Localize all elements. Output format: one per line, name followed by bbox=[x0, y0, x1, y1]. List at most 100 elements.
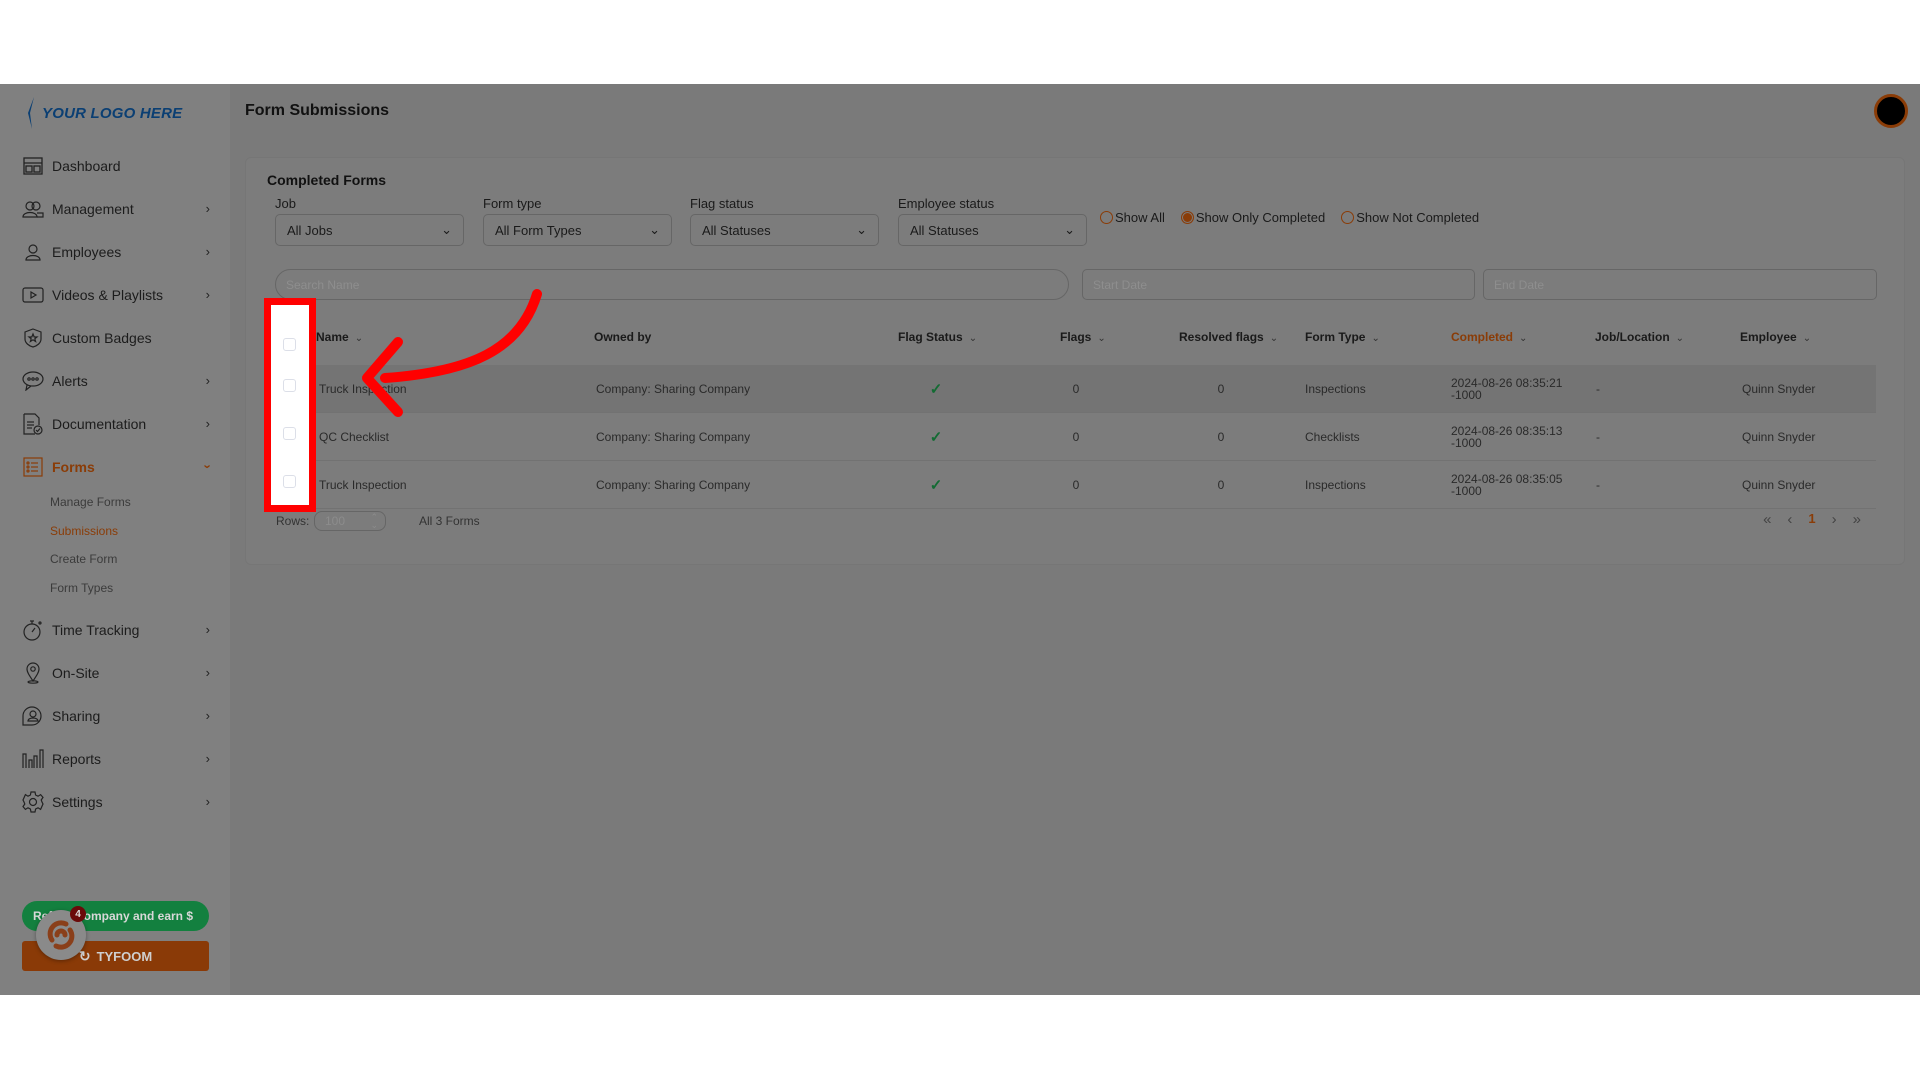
employee-status-filter: Employee status All Statuses ⌄ bbox=[898, 196, 1087, 246]
table-row[interactable]: QC Checklist Company: Sharing Company ✓ … bbox=[276, 413, 1876, 461]
location-pin-icon bbox=[22, 661, 44, 684]
cell-name[interactable]: QC Checklist bbox=[319, 413, 389, 461]
select-value: All Statuses bbox=[702, 222, 771, 238]
sidebar-subitem-submissions[interactable]: Submissions bbox=[0, 517, 230, 546]
sort-caret-icon: ⌄ bbox=[968, 333, 978, 344]
sidebar-item-management[interactable]: Management › bbox=[0, 187, 230, 230]
sidebar-item-time-tracking[interactable]: Time Tracking › bbox=[0, 608, 230, 651]
completed-tz: -1000 bbox=[1451, 388, 1482, 402]
cell-owned-by: Company: Sharing Company bbox=[596, 382, 751, 396]
rows-per-page-select[interactable]: 100 ⌃ ⌄ bbox=[314, 511, 386, 531]
flag-status-select[interactable]: All Statuses ⌄ bbox=[690, 214, 879, 246]
next-page-icon[interactable]: › bbox=[1832, 511, 1837, 528]
col-label: Employee bbox=[1740, 330, 1797, 344]
cell-name[interactable]: Truck Inspection bbox=[319, 365, 407, 413]
check-icon: ✓ bbox=[929, 381, 943, 398]
chevron-right-icon: › bbox=[205, 287, 210, 302]
sidebar-item-sharing[interactable]: Sharing › bbox=[0, 694, 230, 737]
radio-show-only-completed[interactable]: Show Only Completed bbox=[1180, 210, 1325, 225]
sidebar-item-on-site[interactable]: On-Site › bbox=[0, 651, 230, 694]
chevron-right-icon: › bbox=[205, 201, 210, 216]
row-checkbox[interactable] bbox=[283, 379, 296, 392]
row-checkbox[interactable] bbox=[283, 427, 296, 440]
col-resolved-flags[interactable]: Resolved flags ⌄ bbox=[1179, 330, 1278, 344]
radio-circle[interactable] bbox=[1341, 211, 1355, 224]
sidebar-item-label: Management bbox=[52, 200, 134, 217]
first-page-icon[interactable]: « bbox=[1763, 511, 1771, 528]
col-employee[interactable]: Employee ⌄ bbox=[1740, 330, 1811, 344]
placeholder: Search Name bbox=[286, 277, 360, 292]
col-label: Job/Location bbox=[1595, 330, 1670, 344]
sidebar-item-label: Videos & Playlists bbox=[52, 286, 164, 303]
cell-form-type: Checklists bbox=[1305, 430, 1360, 444]
sidebar-item-label: Documentation bbox=[52, 415, 147, 432]
sort-caret-icon: ⌄ bbox=[1519, 333, 1528, 344]
cell-name[interactable]: Truck Inspection bbox=[319, 461, 407, 509]
row-checkbox[interactable] bbox=[283, 475, 296, 488]
cell-completed: 2024-08-26 08:35:21 -1000 bbox=[1451, 365, 1562, 413]
radio-circle[interactable] bbox=[1100, 211, 1113, 224]
sidebar-item-alerts[interactable]: Alerts › bbox=[0, 359, 230, 402]
sidebar-subitem-create-form[interactable]: Create Form bbox=[0, 545, 230, 574]
col-owned-by: Owned by bbox=[594, 330, 651, 344]
select-all-checkbox[interactable] bbox=[283, 338, 296, 351]
radio-show-not-completed[interactable]: Show Not Completed bbox=[1341, 210, 1479, 225]
sidebar-subitem-manage-forms[interactable]: Manage Forms bbox=[0, 488, 230, 517]
sharing-icon bbox=[22, 705, 44, 727]
filter-label: Employee status bbox=[898, 196, 995, 211]
col-flag-status[interactable]: Flag Status ⌄ bbox=[898, 330, 977, 344]
prev-page-icon[interactable]: ‹ bbox=[1787, 511, 1792, 528]
chevron-down-icon: › bbox=[200, 464, 216, 469]
completed-tz: -1000 bbox=[1451, 484, 1482, 498]
sidebar-item-reports[interactable]: Reports › bbox=[0, 737, 230, 780]
sidebar-item-label: Sharing bbox=[52, 707, 101, 724]
col-completed[interactable]: Completed ⌄ bbox=[1451, 330, 1527, 344]
col-label: Completed bbox=[1451, 330, 1514, 344]
end-date-input[interactable]: End Date bbox=[1483, 269, 1877, 300]
search-name-input[interactable]: Search Name bbox=[275, 269, 1069, 300]
sidebar-item-forms[interactable]: Forms › bbox=[0, 445, 230, 488]
start-date-input[interactable]: Start Date bbox=[1082, 269, 1475, 300]
col-name[interactable]: Name ⌄ bbox=[316, 330, 363, 344]
badge-icon bbox=[22, 327, 44, 349]
check-icon: ✓ bbox=[929, 477, 943, 494]
sidebar-item-label: Custom Badges bbox=[52, 329, 152, 346]
col-flags[interactable]: Flags ⌄ bbox=[1060, 330, 1106, 344]
sidebar-item-label: Time Tracking bbox=[52, 621, 140, 638]
col-form-type[interactable]: Form Type ⌄ bbox=[1305, 330, 1380, 344]
radio-label: Show All bbox=[1115, 210, 1165, 225]
table-row[interactable]: Truck Inspection Company: Sharing Compan… bbox=[276, 365, 1876, 413]
forms-icon bbox=[22, 456, 44, 478]
radio-show-all[interactable]: Show All bbox=[1100, 210, 1165, 225]
placeholder: Start Date bbox=[1093, 277, 1148, 292]
cell-employee: Quinn Snyder bbox=[1742, 478, 1816, 492]
sidebar-item-settings[interactable]: Settings › bbox=[0, 780, 230, 823]
sidebar-item-documentation[interactable]: Documentation › bbox=[0, 402, 230, 445]
radio-circle-selected[interactable] bbox=[1180, 211, 1194, 224]
filter-label: Form type bbox=[483, 196, 542, 211]
logo[interactable]: YOUR LOGO HERE bbox=[26, 97, 182, 129]
management-icon bbox=[22, 198, 44, 220]
dashboard-icon bbox=[22, 155, 44, 177]
job-select[interactable]: All Jobs ⌄ bbox=[275, 214, 464, 246]
col-job-location[interactable]: Job/Location ⌄ bbox=[1595, 330, 1684, 344]
alerts-icon bbox=[22, 370, 44, 392]
cell-employee: Quinn Snyder bbox=[1742, 382, 1816, 396]
chevron-down-icon: ⌄ bbox=[1064, 222, 1075, 237]
sidebar-item-employees[interactable]: Employees › bbox=[0, 230, 230, 273]
form-type-select[interactable]: All Form Types ⌄ bbox=[483, 214, 672, 246]
table-row[interactable]: Truck Inspection Company: Sharing Compan… bbox=[276, 461, 1876, 509]
sidebar-item-custom-badges[interactable]: Custom Badges bbox=[0, 316, 230, 359]
sidebar-item-dashboard[interactable]: Dashboard bbox=[0, 144, 230, 187]
col-label: Flag Status bbox=[898, 330, 963, 344]
radio-label: Show Not Completed bbox=[1356, 210, 1480, 225]
cell-flags: 0 bbox=[1072, 382, 1080, 396]
check-icon: ✓ bbox=[929, 429, 943, 446]
user-avatar[interactable] bbox=[1874, 94, 1908, 128]
sidebar-subitem-form-types[interactable]: Form Types bbox=[0, 574, 230, 603]
current-page[interactable]: 1 bbox=[1808, 511, 1815, 528]
sidebar-item-videos[interactable]: Videos & Playlists › bbox=[0, 273, 230, 316]
employee-status-select[interactable]: All Statuses ⌄ bbox=[898, 214, 1087, 246]
last-page-icon[interactable]: » bbox=[1853, 511, 1861, 528]
form-type-filter: Form type All Form Types ⌄ bbox=[483, 196, 672, 246]
